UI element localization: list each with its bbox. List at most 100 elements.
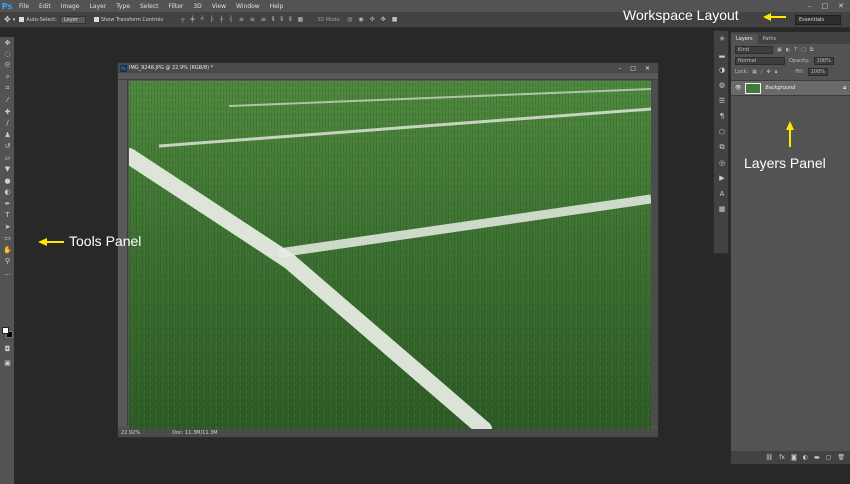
magic-wand-tool-icon[interactable]: ✧ bbox=[0, 72, 15, 84]
zoom-tool-icon[interactable]: ⚲ bbox=[0, 256, 15, 268]
menu-view[interactable]: View bbox=[207, 3, 231, 10]
menu-filter[interactable]: Filter bbox=[164, 3, 189, 10]
align-top-icon[interactable]: ┬ bbox=[181, 16, 185, 24]
link-layers-icon[interactable]: ⛓ bbox=[766, 454, 774, 461]
eraser-tool-icon[interactable]: ▱ bbox=[0, 152, 15, 164]
type-tool-icon[interactable]: T bbox=[0, 210, 15, 222]
new-adjustment-icon[interactable]: ◐ bbox=[803, 454, 808, 461]
add-mask-icon[interactable]: ◙ bbox=[791, 454, 797, 461]
actions-play-icon[interactable]: ▶ bbox=[714, 171, 730, 187]
lock-pixels-icon[interactable]: ∕ bbox=[761, 69, 763, 75]
3d-pan-icon[interactable]: ✣ bbox=[370, 16, 375, 23]
filter-shape-icon[interactable]: ▢ bbox=[801, 47, 806, 53]
doc-close-button[interactable]: ✕ bbox=[645, 65, 650, 72]
distribute-center-icon[interactable]: ⫴ bbox=[280, 16, 283, 24]
foreground-color-swatch[interactable] bbox=[2, 327, 9, 334]
history-brush-tool-icon[interactable]: ↺ bbox=[0, 141, 15, 153]
layer-name[interactable]: Background bbox=[765, 85, 795, 91]
screen-mode-icon[interactable]: ▣ bbox=[0, 357, 15, 369]
layer-style-icon[interactable]: fx bbox=[779, 454, 785, 461]
pen-tool-icon[interactable]: ✒ bbox=[0, 198, 15, 210]
channels-icon[interactable]: ◎ bbox=[714, 155, 730, 171]
marquee-tool-icon[interactable]: ◌ bbox=[0, 49, 15, 61]
3d-slide-icon[interactable]: ✥ bbox=[381, 16, 386, 23]
3d-scale-icon[interactable]: ■ bbox=[392, 16, 398, 23]
close-button[interactable]: ✕ bbox=[838, 2, 844, 10]
eyedropper-tool-icon[interactable]: ⁄ bbox=[0, 95, 15, 107]
paint-bucket-tool-icon[interactable]: ▼ bbox=[0, 164, 15, 176]
menu-image[interactable]: Image bbox=[56, 3, 85, 10]
move-tool-icon[interactable]: ✥ bbox=[0, 37, 15, 49]
3d-icon[interactable]: ⬡ bbox=[714, 124, 730, 140]
more-tools-icon[interactable]: … bbox=[0, 267, 15, 279]
fill-input[interactable]: 100% bbox=[807, 67, 829, 76]
paragraph-icon[interactable]: ¶ bbox=[714, 109, 730, 125]
workspace-dropdown[interactable]: Essentials bbox=[795, 15, 841, 25]
distribute-middle-icon[interactable]: ≡ bbox=[250, 16, 255, 24]
document-tab[interactable]: Ps IMG_9248.JPG @ 22.9% (RGB/8) * – □ ✕ bbox=[118, 63, 658, 73]
blend-mode-dropdown[interactable]: Normal bbox=[735, 56, 785, 65]
quick-mask-icon[interactable]: ◘ bbox=[0, 343, 15, 355]
menu-edit[interactable]: Edit bbox=[34, 3, 56, 10]
path-selection-tool-icon[interactable]: ➤ bbox=[0, 221, 15, 233]
menu-layer[interactable]: Layer bbox=[84, 3, 111, 10]
menu-window[interactable]: Window bbox=[231, 3, 265, 10]
doc-minimize-button[interactable]: – bbox=[618, 65, 621, 72]
menu-3d[interactable]: 3D bbox=[188, 3, 206, 10]
filter-type-icon[interactable]: T bbox=[794, 47, 797, 53]
zoom-level[interactable]: 22.92% bbox=[121, 430, 140, 436]
align-center-icon[interactable]: ┼ bbox=[220, 16, 224, 24]
align-right-icon[interactable]: ┤ bbox=[229, 16, 233, 24]
new-group-icon[interactable]: ▬ bbox=[814, 454, 820, 461]
hand-tool-icon[interactable]: ✋ bbox=[0, 244, 15, 256]
distribute-top-icon[interactable]: ≡ bbox=[239, 16, 244, 24]
maximize-button[interactable]: □ bbox=[822, 2, 829, 10]
adjustments-icon[interactable]: ◑ bbox=[714, 62, 730, 78]
styles-icon[interactable]: ◍ bbox=[714, 78, 730, 94]
minimize-button[interactable]: – bbox=[808, 2, 812, 10]
move-tool-icon[interactable]: ✥ bbox=[4, 15, 11, 24]
menu-select[interactable]: Select bbox=[135, 3, 164, 10]
clone-stamp-tool-icon[interactable]: ♟ bbox=[0, 129, 15, 141]
blur-tool-icon[interactable]: ● bbox=[0, 175, 15, 187]
lock-transparent-icon[interactable]: ▦ bbox=[752, 69, 757, 75]
properties-icon[interactable]: ☰ bbox=[714, 93, 730, 109]
brush-tool-icon[interactable]: ∕ bbox=[0, 118, 15, 130]
kind-filter-dropdown[interactable]: Kind bbox=[735, 45, 773, 54]
visibility-eye-icon[interactable]: 👁︎ bbox=[735, 85, 741, 91]
swatches-icon[interactable]: ▦ bbox=[714, 202, 730, 218]
tool-preset-chevron-icon[interactable]: ▾ bbox=[13, 17, 16, 23]
lock-all-icon[interactable]: 🔒︎ bbox=[775, 69, 778, 75]
layer-background[interactable]: 👁︎ Background 🔒︎ bbox=[731, 80, 850, 96]
align-middle-icon[interactable]: ╪ bbox=[191, 16, 195, 24]
auto-select-checkbox[interactable] bbox=[19, 17, 25, 22]
delete-layer-icon[interactable]: 🗑︎ bbox=[837, 454, 845, 461]
auto-select-dropdown[interactable]: Layer bbox=[59, 15, 86, 24]
navigator-icon[interactable]: ✳ bbox=[714, 31, 730, 47]
tab-layers[interactable]: Layers bbox=[731, 34, 758, 44]
vertical-ruler[interactable] bbox=[118, 80, 128, 426]
distribute-bottom-icon[interactable]: ≡ bbox=[261, 16, 266, 24]
crop-tool-icon[interactable]: ⌗ bbox=[0, 83, 15, 95]
healing-brush-tool-icon[interactable]: ✚ bbox=[0, 106, 15, 118]
doc-maximize-button[interactable]: □ bbox=[630, 65, 636, 72]
auto-align-icon[interactable]: ▦ bbox=[298, 16, 304, 24]
filter-smart-icon[interactable]: ⧉ bbox=[810, 47, 814, 53]
histogram-icon[interactable]: ▂ bbox=[714, 47, 730, 63]
lock-position-icon[interactable]: ✥ bbox=[767, 69, 771, 75]
vertical-scrollbar[interactable] bbox=[651, 80, 658, 426]
character-icon[interactable]: A bbox=[714, 186, 730, 202]
tab-paths[interactable]: Paths bbox=[758, 34, 782, 44]
opacity-input[interactable]: 100% bbox=[813, 56, 834, 65]
distribute-right-icon[interactable]: ⫴ bbox=[289, 16, 292, 24]
align-left-icon[interactable]: ├ bbox=[210, 16, 214, 24]
new-layer-icon[interactable]: ▢ bbox=[826, 454, 832, 461]
clone-source-icon[interactable]: ⧉ bbox=[714, 140, 730, 156]
3d-rotate-icon[interactable]: ◎ bbox=[347, 16, 352, 23]
filter-adjustment-icon[interactable]: ◐ bbox=[786, 47, 790, 53]
menu-type[interactable]: Type bbox=[111, 3, 135, 10]
distribute-left-icon[interactable]: ⫴ bbox=[272, 16, 275, 24]
image-canvas[interactable] bbox=[129, 81, 651, 429]
transform-controls-checkbox[interactable] bbox=[93, 17, 99, 22]
rectangle-tool-icon[interactable]: ▭ bbox=[0, 233, 15, 245]
